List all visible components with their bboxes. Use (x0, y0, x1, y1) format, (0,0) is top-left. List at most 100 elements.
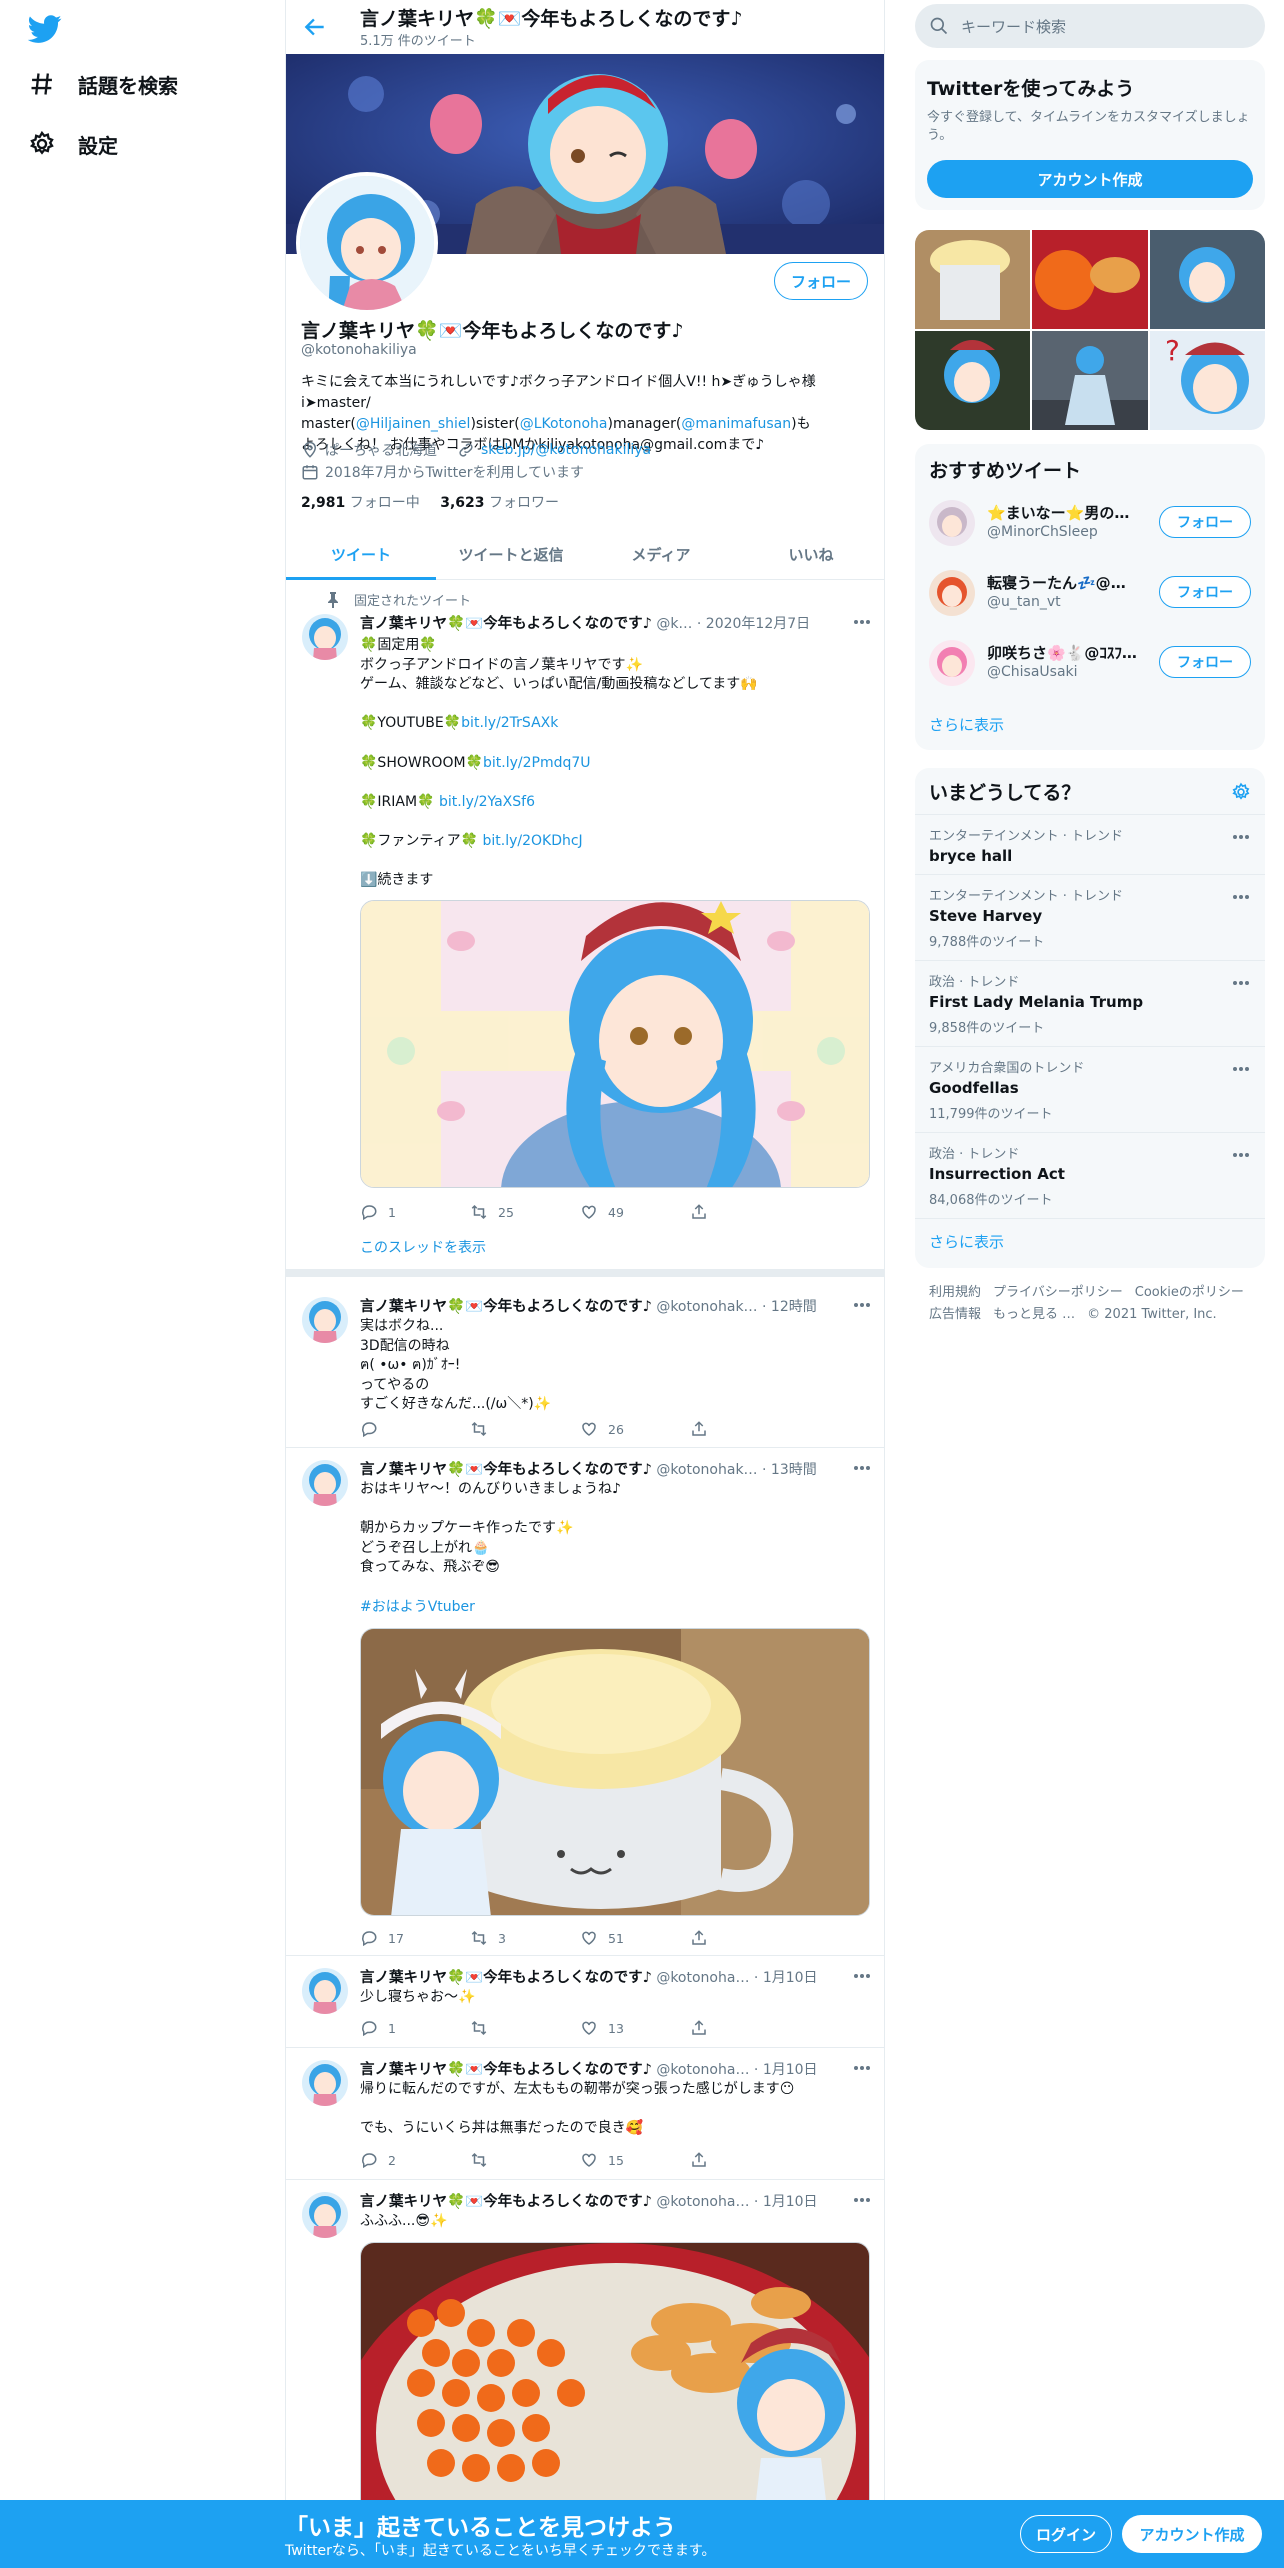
share-button[interactable] (690, 1928, 800, 1948)
twitter-logo-icon[interactable] (28, 12, 62, 46)
like-button[interactable]: 13 (580, 2018, 690, 2038)
reply-button[interactable] (360, 1419, 470, 1439)
back-arrow-icon[interactable] (302, 14, 328, 40)
reply-button[interactable]: 17 (360, 1928, 470, 1948)
tweet-avatar[interactable] (302, 1297, 348, 1343)
share-button[interactable] (690, 2150, 800, 2170)
create-account-button[interactable]: アカウント作成 (927, 160, 1253, 198)
show-thread-link[interactable]: このスレッドを表示 (360, 1237, 486, 1257)
privacy-link[interactable]: プライバシーポリシー (993, 1285, 1123, 1300)
ads-info-link[interactable]: 広告情報 (929, 1307, 981, 1322)
share-button[interactable] (690, 1419, 800, 1439)
media-thumbnail[interactable] (915, 331, 1030, 430)
retweet-button[interactable] (470, 2150, 580, 2170)
reply-button[interactable]: 2 (360, 2150, 470, 2170)
more-options-icon[interactable] (1231, 827, 1251, 847)
tweet-image[interactable] (360, 900, 870, 1188)
tweet-time[interactable]: 2020年12月7日 (706, 616, 810, 632)
recommended-user[interactable]: 転寝うーたん💤@眠… @u_tan_vt フォロー (915, 558, 1265, 628)
user-avatar[interactable] (929, 500, 975, 546)
more-link[interactable]: もっと見る … (993, 1307, 1075, 1322)
more-options-icon[interactable] (852, 1295, 872, 1315)
tweet-author-name[interactable]: 言ノ葉キリヤ🍀💌今年もよろしくなのです♪ (360, 1462, 652, 1478)
tweet-avatar[interactable] (302, 614, 348, 660)
tweet-pinned[interactable]: 固定されたツイート 言ノ葉キリヤ🍀💌今年もよろしくなのです♪ @k… · 202… (286, 580, 884, 1277)
tweet-time[interactable]: 1月10日 (763, 2194, 818, 2210)
tweet-author-handle[interactable]: @kotonohak… (656, 1299, 757, 1315)
like-button[interactable]: 51 (580, 1928, 690, 1948)
followers-link[interactable]: 3,623 フォロワー (440, 495, 559, 511)
terms-link[interactable]: 利用規約 (929, 1285, 981, 1300)
retweet-button[interactable]: 25 (470, 1202, 580, 1222)
nav-settings[interactable]: 設定 (28, 124, 118, 164)
show-more-link[interactable]: さらに表示 (929, 714, 1004, 735)
settings-gear-icon[interactable] (1231, 782, 1251, 802)
recommended-user[interactable]: ⭐まいなー⭐男の… @MinorChSleep フォロー (915, 488, 1265, 558)
tweet-time[interactable]: 13時間 (771, 1462, 817, 1478)
trend-item[interactable]: エンターテインメント · トレンド bryce hall (915, 814, 1265, 874)
mention-link[interactable]: @manimafusan (681, 416, 791, 432)
signup-button[interactable]: アカウント作成 (1122, 2515, 1262, 2553)
user-name[interactable]: 卯咲ちさ🌸🐇@ｺｽﾌ… (987, 642, 1137, 663)
tweet-author-handle[interactable]: @kotonoha… (656, 2194, 749, 2210)
tweet-author-name[interactable]: 言ノ葉キリヤ🍀💌今年もよろしくなのです♪ (360, 2062, 652, 2078)
more-options-icon[interactable] (1231, 1145, 1251, 1165)
user-avatar[interactable] (929, 640, 975, 686)
tweet-image[interactable] (360, 2242, 870, 2500)
retweet-button[interactable]: 3 (470, 1928, 580, 1948)
hashtag-link[interactable]: #おはようVtuber (360, 1598, 870, 1618)
cookie-link[interactable]: Cookieのポリシー (1135, 1285, 1244, 1300)
follow-button[interactable]: フォロー (1159, 576, 1251, 608)
login-button[interactable]: ログイン (1020, 2515, 1112, 2553)
retweet-button[interactable] (470, 2018, 580, 2038)
show-more-link[interactable]: さらに表示 (929, 1231, 1004, 1252)
more-options-icon[interactable] (852, 2190, 872, 2210)
retweet-button[interactable] (470, 1419, 580, 1439)
like-button[interactable]: 15 (580, 2150, 690, 2170)
trend-item[interactable]: エンターテインメント · トレンド Steve Harvey 9,788件のツイ… (915, 874, 1265, 960)
tweet[interactable]: 言ノ葉キリヤ🍀💌今年もよろしくなのです♪ @kotonoha… · 1月10日 … (286, 2180, 884, 2500)
tab-likes[interactable]: いいね (736, 530, 884, 579)
tweet-image[interactable] (360, 1628, 870, 1916)
more-options-icon[interactable] (852, 1458, 872, 1478)
more-options-icon[interactable] (852, 612, 872, 632)
following-link[interactable]: 2,981 フォロー中 (301, 495, 420, 511)
tab-media[interactable]: メディア (586, 530, 736, 579)
more-options-icon[interactable] (852, 2058, 872, 2078)
media-thumbnail[interactable]: ? (1150, 331, 1265, 430)
user-name[interactable]: 転寝うーたん💤@眠… (987, 572, 1137, 593)
fantia-link[interactable]: bit.ly/2OKDhcJ (482, 833, 582, 849)
tweet-author-handle[interactable]: @kotonohak… (656, 1462, 757, 1478)
user-name[interactable]: ⭐まいなー⭐男の… (987, 502, 1137, 523)
media-thumbnail[interactable] (1032, 331, 1148, 430)
share-button[interactable] (690, 1202, 800, 1222)
nav-explore[interactable]: 話題を検索 (28, 64, 178, 104)
tweet-avatar[interactable] (302, 2192, 348, 2238)
more-options-icon[interactable] (1231, 973, 1251, 993)
reply-button[interactable]: 1 (360, 2018, 470, 2038)
user-avatar[interactable] (929, 570, 975, 616)
follow-button[interactable]: フォロー (1159, 506, 1251, 538)
tweet-avatar[interactable] (302, 1460, 348, 1506)
tab-tweets-and-replies[interactable]: ツイートと返信 (436, 530, 586, 579)
tweet-avatar[interactable] (302, 2060, 348, 2106)
tweet-time[interactable]: 1月10日 (763, 1970, 818, 1986)
follow-button[interactable]: フォロー (1159, 646, 1251, 678)
tab-tweets[interactable]: ツイート (286, 530, 436, 580)
media-thumbnail[interactable] (915, 230, 1030, 329)
tweet-author-name[interactable]: 言ノ葉キリヤ🍀💌今年もよろしくなのです♪ (360, 2194, 652, 2210)
reply-button[interactable]: 1 (360, 1202, 470, 1222)
like-button[interactable]: 26 (580, 1419, 690, 1439)
like-button[interactable]: 49 (580, 1202, 690, 1222)
more-options-icon[interactable] (852, 1966, 872, 1986)
showroom-link[interactable]: bit.ly/2Pmdq7U (483, 755, 591, 771)
trend-item[interactable]: アメリカ合衆国のトレンド Goodfellas 11,799件のツイート (915, 1046, 1265, 1132)
tweet[interactable]: 言ノ葉キリヤ🍀💌今年もよろしくなのです♪ @kotonohak… · 12時間 … (286, 1285, 884, 1448)
iriam-link[interactable]: bit.ly/2YaXSf6 (439, 794, 535, 810)
tweet-author-handle[interactable]: @kotonoha… (656, 2062, 749, 2078)
profile-url-link[interactable]: skeb.jp/@kotonohakiliya (481, 442, 651, 458)
tweet-author-handle[interactable]: @kotonoha… (656, 1970, 749, 1986)
tweet-author-name[interactable]: 言ノ葉キリヤ🍀💌今年もよろしくなのです♪ (360, 616, 652, 632)
share-button[interactable] (690, 2018, 800, 2038)
mention-link[interactable]: @LKotonoha (520, 416, 608, 432)
